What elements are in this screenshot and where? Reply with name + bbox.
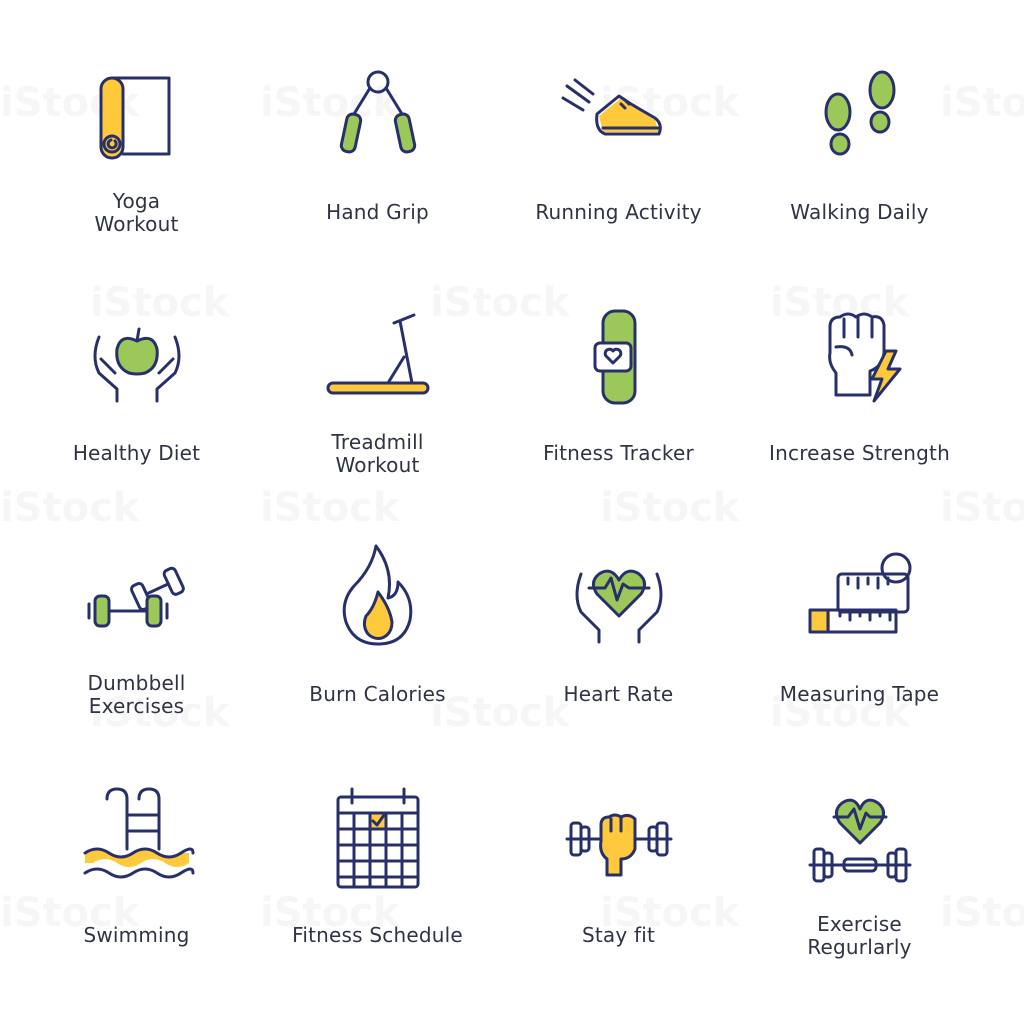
hands-heart-icon (575, 569, 662, 644)
tile-yoga-workout: Yoga Workout (16, 52, 257, 293)
tile-label: Increase Strength (769, 441, 950, 465)
fist-barbell-icon (565, 813, 672, 877)
tile-running-activity: Running Activity (498, 52, 739, 293)
fist-lightning-icon (827, 312, 901, 403)
tile-label: Swimming (83, 923, 190, 947)
tile-label: Running Activity (535, 200, 702, 224)
calendar-icon (336, 787, 419, 889)
tile-healthy-diet: Healthy Diet (16, 293, 257, 534)
tile-burn-calories: Burn Calories (257, 534, 498, 775)
tile-hand-grip: Hand Grip (257, 52, 498, 293)
tile-exercise-regularly: Exercise Regurlarly (739, 775, 980, 1016)
tile-fitness-schedule: Fitness Schedule (257, 775, 498, 1016)
tile-heart-rate: Heart Rate (498, 534, 739, 775)
tile-label: Healthy Diet (72, 441, 201, 465)
running-shoe-icon (561, 78, 662, 136)
tile-treadmill-workout: Treadmill Workout (257, 293, 498, 534)
tile-label: Fitness Schedule (292, 923, 463, 947)
tile-label: Treadmill Workout (331, 430, 424, 477)
treadmill-icon (326, 313, 429, 395)
pool-ladder-icon (83, 787, 194, 879)
hand-grip-icon (339, 70, 416, 154)
tile-measuring-tape: Measuring Tape (739, 534, 980, 775)
tile-swimming: Swimming (16, 775, 257, 1016)
tile-label: Yoga Workout (94, 189, 179, 236)
tile-label: Heart Rate (563, 682, 674, 706)
tile-label: Hand Grip (326, 200, 429, 224)
tile-label: Measuring Tape (779, 682, 940, 706)
tile-label: Walking Daily (790, 200, 929, 224)
tile-stay-fit: Stay fit (498, 775, 739, 1016)
fitness-band-icon (593, 309, 636, 405)
heart-dumbbell-icon (808, 798, 911, 883)
yoga-mat-icon (99, 76, 170, 160)
flame-icon (342, 544, 412, 646)
measuring-tape-icon (808, 552, 911, 634)
tile-label: Burn Calories (309, 682, 446, 706)
tile-walking-daily: Walking Daily (739, 52, 980, 293)
dumbbells-icon (87, 566, 185, 628)
icon-grid: Yoga Workout Hand Grip Running Activity … (16, 52, 980, 972)
footprints-icon (824, 70, 895, 156)
tile-fitness-tracker: Fitness Tracker (498, 293, 739, 534)
tile-label: Exercise Regurlarly (807, 912, 912, 959)
tile-label: Stay fit (581, 923, 656, 947)
tile-increase-strength: Increase Strength (739, 293, 980, 534)
tile-label: Dumbbell Exercises (87, 671, 186, 718)
hands-apple-icon (93, 327, 180, 403)
tile-label: Fitness Tracker (543, 441, 694, 465)
tile-dumbbell-exercises: Dumbbell Exercises (16, 534, 257, 775)
